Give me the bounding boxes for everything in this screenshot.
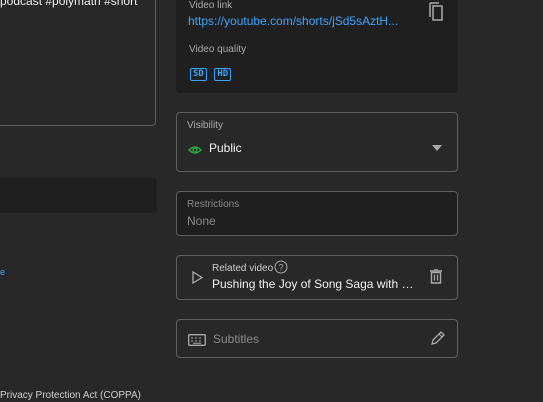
related-video-label: Related video — [212, 263, 274, 274]
visibility-dropdown[interactable]: Visibility Public — [176, 112, 458, 172]
description-textarea[interactable] — [0, 0, 156, 126]
sd-badge: SD — [190, 68, 207, 81]
keyboard-icon — [188, 333, 206, 351]
video-quality-label: Video quality — [189, 44, 247, 55]
svg-text:?: ? — [278, 263, 283, 273]
left-link[interactable]: e — [0, 267, 5, 277]
copy-icon[interactable] — [428, 2, 444, 27]
related-video-title[interactable]: Pushing the Joy of Song Saga with E... — [212, 277, 417, 291]
video-link-label: Video link — [189, 0, 233, 11]
restrictions-value: None — [187, 214, 216, 228]
coppa-text: Privacy Protection Act (COPPA) — [0, 390, 141, 401]
related-video-field[interactable]: Related video ? Pushing the Joy of Song … — [176, 255, 458, 300]
subtitles-field[interactable]: Subtitles — [176, 319, 458, 358]
visibility-label: Visibility — [187, 120, 223, 131]
video-link[interactable]: https://youtube.com/shorts/jSd5sAztH... — [188, 14, 408, 28]
restrictions-label: Restrictions — [187, 199, 240, 210]
trash-icon[interactable] — [430, 268, 442, 289]
hd-badge: HD — [214, 68, 232, 81]
restrictions-field: Restrictions None — [176, 191, 458, 236]
visibility-value: Public — [209, 141, 242, 155]
eye-icon — [188, 142, 202, 160]
left-field[interactable] — [0, 178, 157, 213]
subtitles-label: Subtitles — [213, 332, 260, 346]
play-icon — [192, 270, 204, 289]
quality-badges: SD HD — [190, 63, 232, 81]
description-text: podcast #polymath #short — [0, 0, 138, 8]
chevron-down-icon[interactable] — [432, 138, 442, 156]
video-info-card: Video link https://youtube.com/shorts/jS… — [176, 0, 458, 93]
pencil-icon[interactable] — [430, 331, 445, 351]
